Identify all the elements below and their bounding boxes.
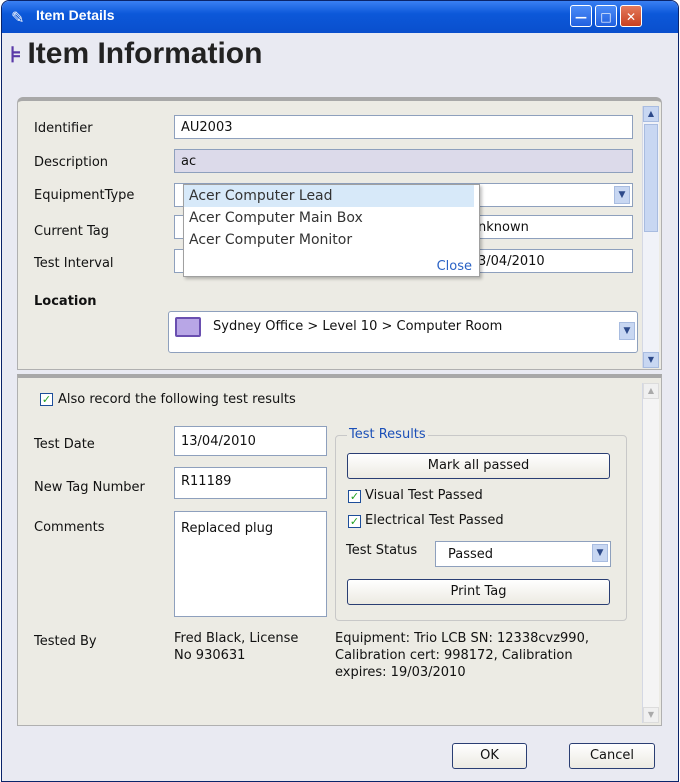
autocomplete-option[interactable]: Acer Computer Lead [184, 185, 474, 207]
check-icon: ✓ [349, 490, 360, 503]
description-label: Description [34, 155, 109, 170]
comments-field[interactable]: Replaced plug [174, 511, 327, 617]
new-tag-label: New Tag Number [34, 480, 145, 495]
minimize-icon: — [575, 10, 587, 24]
description-field[interactable]: ac [174, 149, 633, 173]
scroll-down-icon[interactable]: ▼ [643, 352, 659, 368]
visual-test-label: Visual Test Passed [365, 488, 483, 503]
test-interval-label: Test Interval [34, 256, 114, 271]
new-tag-field[interactable]: R11189 [174, 467, 327, 499]
chevron-down-icon[interactable]: ▼ [614, 186, 630, 204]
also-record-checkbox[interactable]: ✓ [40, 393, 53, 406]
mark-all-passed-button[interactable]: Mark all passed [347, 453, 610, 479]
equipment-info-line: expires: 19/03/2010 [335, 665, 466, 680]
test-date-label: Test Date [34, 437, 95, 452]
item-panel-scrollbar[interactable]: ▲ ▼ [642, 106, 659, 368]
electrical-test-checkbox[interactable]: ✓ [348, 515, 361, 528]
page-title: Item Information [27, 37, 263, 70]
location-value: Sydney Office > Level 10 > Computer Room [213, 319, 503, 334]
test-panel-scrollbar[interactable]: ▲ ▼ [642, 383, 659, 723]
check-icon: ✓ [41, 393, 52, 406]
print-tag-button[interactable]: Print Tag [347, 579, 610, 605]
scroll-thumb[interactable] [644, 124, 658, 232]
window-title: Item Details [36, 7, 115, 23]
ok-button[interactable]: OK [452, 743, 527, 769]
current-tag-label: Current Tag [34, 224, 109, 239]
maximize-button[interactable]: □ [595, 5, 617, 27]
item-details-window: ✎ Item Details — □ ✕ ⊧ Item Information I… [1, 0, 679, 782]
computer-icon [175, 317, 201, 337]
autocomplete-option[interactable]: Acer Computer Main Box [184, 207, 474, 229]
close-button[interactable]: ✕ [620, 5, 642, 27]
visual-test-checkbox[interactable]: ✓ [348, 490, 361, 503]
equipment-info-line: Equipment: Trio LCB SN: 12338cvz990, [335, 631, 589, 646]
equipment-type-autocomplete: Acer Computer Lead Acer Computer Main Bo… [183, 184, 480, 277]
tested-by-label: Tested By [34, 634, 97, 649]
chevron-down-icon[interactable]: ▼ [619, 322, 635, 340]
tested-by-line: No 930631 [174, 648, 246, 663]
test-results-title: Test Results [347, 427, 428, 442]
tested-by-line: Fred Black, License [174, 631, 299, 646]
minimize-button[interactable]: — [570, 5, 592, 27]
comments-label: Comments [34, 520, 105, 535]
electrical-test-label: Electrical Test Passed [365, 513, 504, 528]
item-icon: ⊧ [10, 42, 22, 68]
identifier-label: Identifier [34, 121, 93, 136]
location-select[interactable]: Sydney Office > Level 10 > Computer Room… [168, 311, 638, 353]
close-icon: ✕ [625, 10, 637, 24]
location-label: Location [34, 294, 97, 309]
page-heading: ⊧ Item Information [10, 37, 262, 71]
dialog-footer: OK Cancel [2, 731, 678, 781]
chevron-down-icon[interactable]: ▼ [592, 544, 608, 562]
test-status-select[interactable]: Passed ▼ [435, 541, 611, 567]
test-status-value: Passed [448, 547, 494, 562]
scroll-down-icon[interactable]: ▼ [643, 707, 659, 723]
equipment-info-line: Calibration cert: 998172, Calibration [335, 648, 573, 663]
also-record-label: Also record the following test results [58, 392, 296, 407]
check-icon: ✓ [349, 515, 360, 528]
autocomplete-close-link[interactable]: Close [437, 259, 472, 274]
cancel-button[interactable]: Cancel [569, 743, 655, 769]
test-status-label: Test Status [346, 543, 418, 558]
item-icon: ✎ [11, 8, 25, 27]
scroll-up-icon[interactable]: ▲ [643, 383, 659, 399]
scroll-up-icon[interactable]: ▲ [643, 106, 659, 122]
autocomplete-option[interactable]: Acer Computer Monitor [184, 229, 474, 251]
title-bar[interactable]: ✎ Item Details — □ ✕ [2, 1, 678, 33]
identifier-field[interactable]: AU2003 [174, 115, 633, 139]
equipment-type-label: EquipmentType [34, 188, 135, 203]
test-date-field[interactable]: 13/04/2010 [174, 426, 327, 456]
maximize-icon: □ [600, 10, 612, 24]
